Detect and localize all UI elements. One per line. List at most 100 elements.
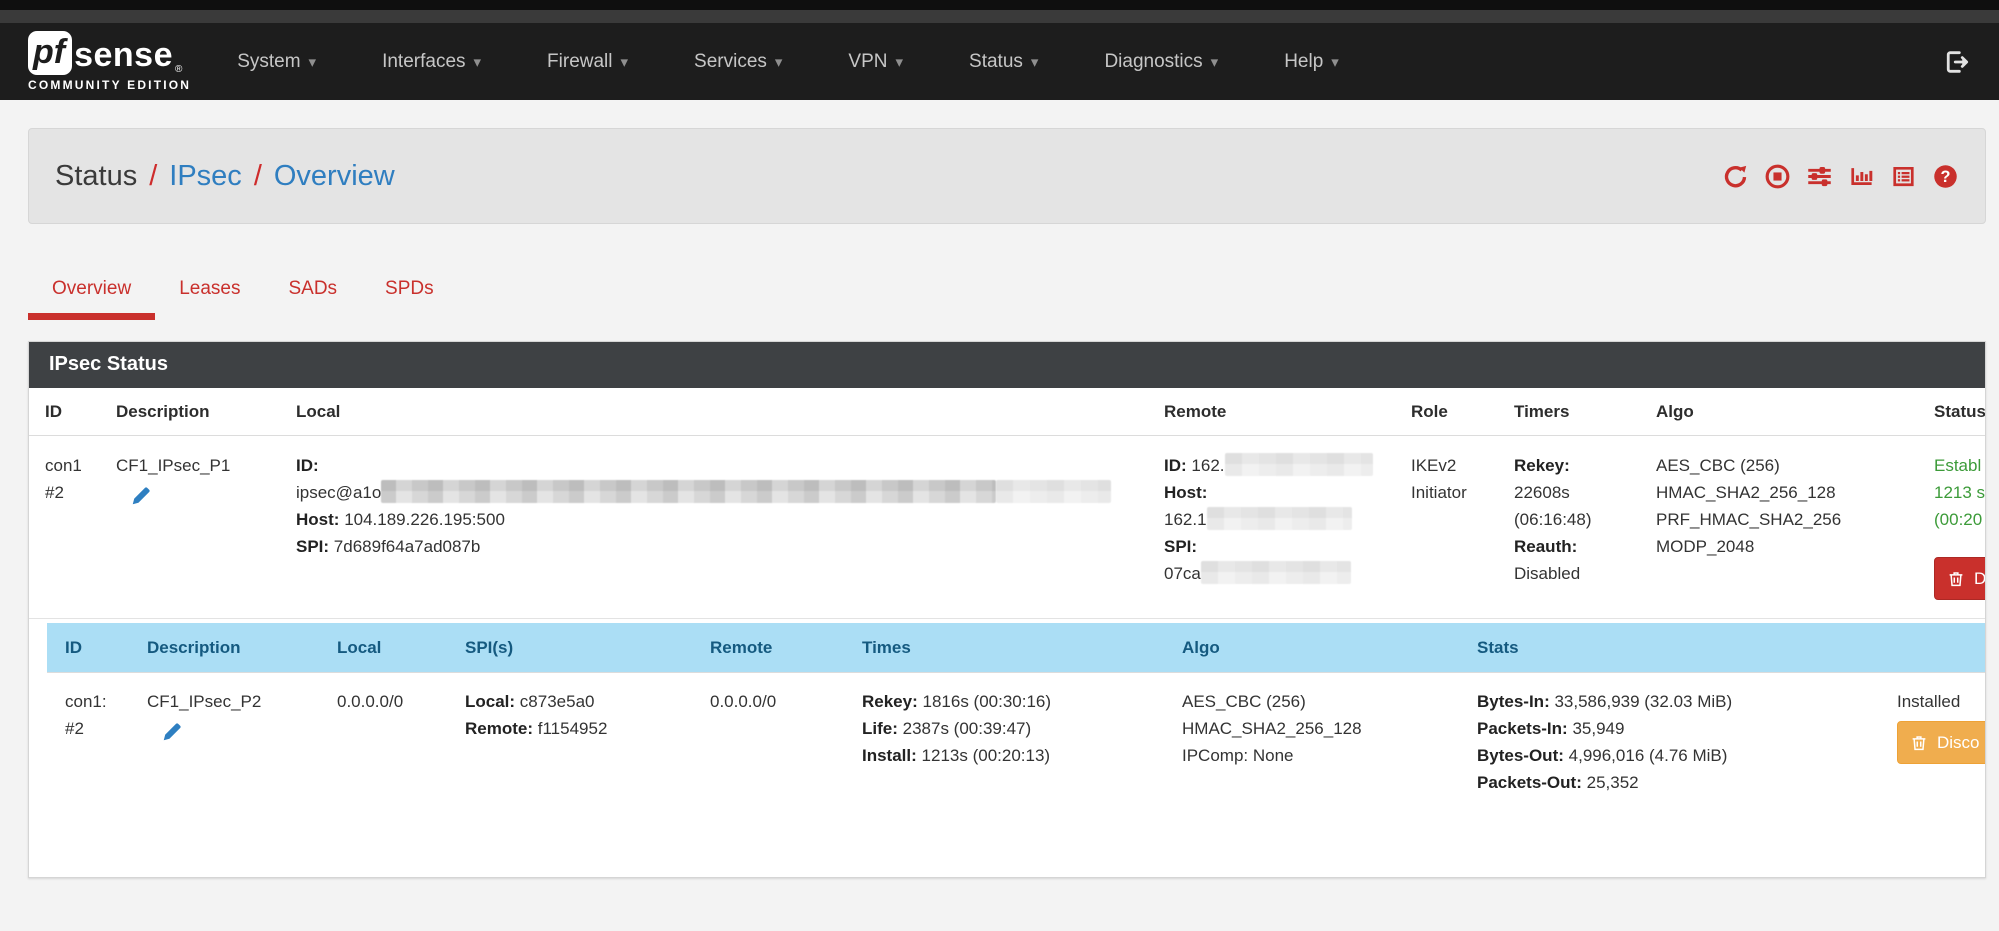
menu-services[interactable]: Services (694, 51, 782, 73)
col-status: Status (1924, 388, 1985, 436)
log-icon[interactable] (1890, 163, 1917, 190)
child-col-local: Local (327, 623, 455, 673)
bytes-in-value: 33,586,939 (32.03 MiB) (1554, 692, 1732, 711)
local-spi-label: SPI: (296, 537, 329, 556)
status-uptime-seconds: 1213 s (1934, 479, 1985, 506)
local-spi-value: 7d689f64a7ad087b (334, 537, 481, 556)
remote-spi-label: SPI: (1164, 537, 1197, 556)
ike-sa-number: #2 (45, 479, 96, 506)
breadcrumb-separator: / (149, 160, 157, 193)
breadcrumb-link-overview[interactable]: Overview (274, 160, 395, 193)
col-description: Description (106, 388, 286, 436)
remote-id-value: 162. (1191, 456, 1224, 475)
child-life-label: Life: (862, 719, 898, 738)
pfsense-logo[interactable]: pf sense ® COMMUNITY EDITION (28, 31, 191, 92)
packets-in-value: 35,949 (1572, 719, 1624, 738)
trash-icon (1910, 734, 1928, 752)
child-life-value: 2387s (00:39:47) (903, 719, 1032, 738)
role-value: Initiator (1411, 479, 1494, 506)
trash-icon (1947, 570, 1965, 588)
child-rekey-value: 1816s (00:30:16) (923, 692, 1052, 711)
cell-id: con1 #2 (29, 436, 106, 619)
child-cell-algo: AES_CBC (256) HMAC_SHA2_256_128 IPComp: … (1172, 673, 1467, 812)
menu-help-label: Help (1284, 51, 1323, 72)
table-row: con1 #2 CF1_IPsec_P1 ID: ipsec@a1o (29, 436, 1985, 619)
menu-firewall-label: Firewall (547, 51, 612, 72)
menu-status-label: Status (969, 51, 1023, 72)
panel-title: IPsec Status (29, 342, 1985, 388)
logo-registered-mark: ® (175, 64, 182, 75)
reauth-label: Reauth: (1514, 537, 1577, 556)
child-cell-local: 0.0.0.0/0 (327, 673, 455, 812)
logo-sense-text: sense (74, 35, 173, 75)
disconnect-child-button-label: Disco (1937, 729, 1980, 756)
breadcrumb-link-ipsec[interactable]: IPsec (169, 160, 242, 193)
edit-icon[interactable] (161, 721, 183, 743)
menu-vpn[interactable]: VPN (848, 51, 903, 73)
col-remote: Remote (1154, 388, 1401, 436)
tab-spds[interactable]: SPDs (361, 264, 458, 320)
menu-diagnostics[interactable]: Diagnostics (1104, 51, 1218, 73)
algo-encryption: AES_CBC (256) (1656, 452, 1914, 479)
connection-id: con1 (45, 452, 96, 479)
child-col-algo: Algo (1172, 623, 1467, 673)
tab-overview[interactable]: Overview (28, 264, 155, 320)
bytes-out-label: Bytes-Out: (1477, 746, 1564, 765)
col-algo: Algo (1646, 388, 1924, 436)
bytes-in-label: Bytes-In: (1477, 692, 1550, 711)
spi-local-value: c873e5a0 (520, 692, 595, 711)
child-algo-encryption: AES_CBC (256) (1182, 688, 1457, 715)
child-sa-number: #2 (65, 715, 127, 742)
main-menu: System Interfaces Firewall Services VPN … (237, 51, 1339, 73)
child-sa-table: ID Description Local SPI(s) Remote Times… (47, 623, 1985, 811)
child-col-stats: Stats (1467, 623, 1887, 673)
rekey-seconds: 22608s (1514, 479, 1636, 506)
help-icon[interactable]: ? (1932, 163, 1959, 190)
page-action-icons: ? (1722, 163, 1959, 190)
child-cell-status: Installed Disco (1887, 673, 1985, 812)
menu-system[interactable]: System (237, 51, 316, 73)
child-cell-id: con1: #2 (47, 673, 137, 812)
menu-vpn-label: VPN (848, 51, 887, 72)
menu-firewall[interactable]: Firewall (547, 51, 628, 73)
cell-local: ID: ipsec@a1o Host: 104.189.226.195:500 … (286, 436, 1154, 619)
local-host-label: Host: (296, 510, 339, 529)
child-col-description: Description (137, 623, 327, 673)
child-cell-description: CF1_IPsec_P2 (137, 673, 327, 812)
menu-help[interactable]: Help (1284, 51, 1339, 73)
table-clip-region: ID Description Local Remote Role Timers … (29, 388, 1985, 877)
refresh-icon[interactable] (1722, 163, 1749, 190)
cell-status: Establ 1213 s (00:20 Dis (1924, 436, 1985, 619)
local-id-label: ID: (296, 456, 319, 475)
packets-out-label: Packets-Out: (1477, 773, 1582, 792)
algo-integrity: HMAC_SHA2_256_128 (1656, 479, 1914, 506)
menu-status[interactable]: Status (969, 51, 1038, 73)
breadcrumb-separator: / (254, 160, 262, 193)
menu-interfaces-label: Interfaces (382, 51, 465, 72)
tab-bar: Overview Leases SADs SPDs (28, 264, 1999, 320)
edit-icon[interactable] (130, 485, 152, 507)
redacted-remote-host (1207, 507, 1352, 530)
remote-host-label: Host: (1164, 483, 1207, 502)
tab-leases[interactable]: Leases (155, 264, 264, 320)
sign-out-icon[interactable] (1943, 48, 1971, 76)
stop-icon[interactable] (1764, 163, 1791, 190)
breadcrumb-bar: Status / IPsec / Overview (28, 128, 1986, 224)
sliders-icon[interactable] (1806, 163, 1833, 190)
ipsec-status-panel: IPsec Status ID Description Local Remote… (28, 341, 1986, 878)
algo-prf: PRF_HMAC_SHA2_256 (1656, 506, 1914, 533)
bar-chart-icon[interactable] (1848, 163, 1875, 190)
redacted-remote-spi (1201, 561, 1351, 584)
window-top-strip (0, 0, 1999, 10)
child-col-actions (1887, 623, 1985, 673)
child-sa-row-container: ID Description Local SPI(s) Remote Times… (29, 619, 1985, 812)
child-local-network: 0.0.0.0/0 (337, 688, 445, 715)
child-install-value: 1213s (00:20:13) (922, 746, 1051, 765)
disconnect-button[interactable]: Dis (1934, 557, 1985, 600)
tab-sads[interactable]: SADs (264, 264, 361, 320)
disconnect-child-button[interactable]: Disco (1897, 721, 1985, 764)
remote-host-value: 162.1 (1164, 510, 1207, 529)
menu-interfaces[interactable]: Interfaces (382, 51, 481, 73)
packets-out-value: 25,352 (1587, 773, 1639, 792)
child-header-row: ID Description Local SPI(s) Remote Times… (47, 623, 1985, 673)
